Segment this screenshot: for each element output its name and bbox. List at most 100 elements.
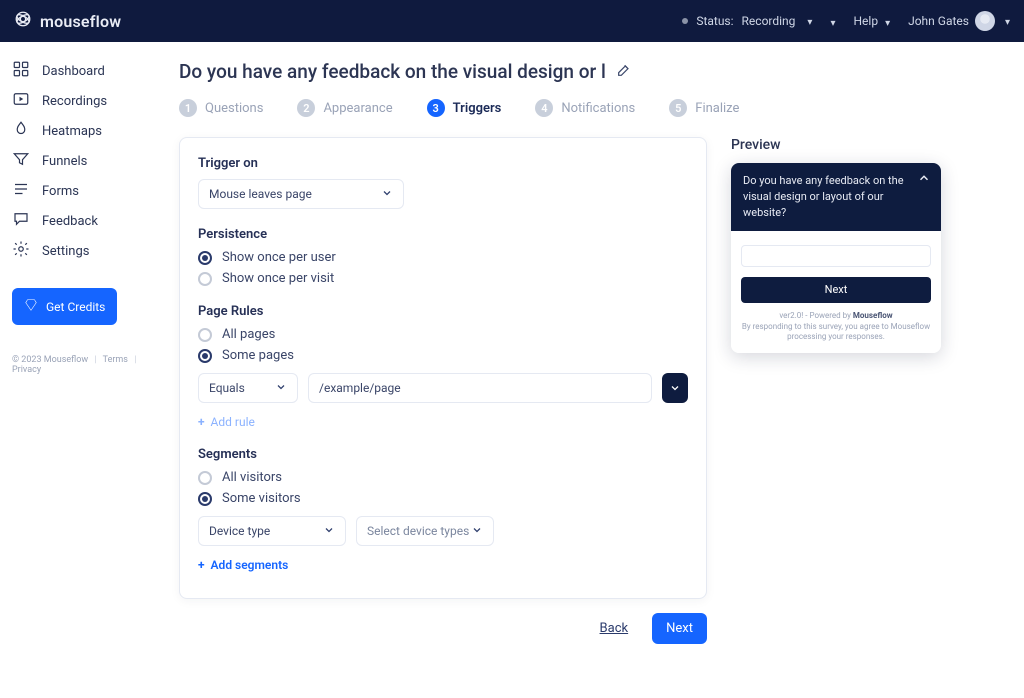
segment-row: Device type Select device types [198,516,688,546]
section-segments: Segments All visitors Some visitors Devi… [198,447,688,572]
section-label: Segments [198,447,688,462]
sidebar-item-forms[interactable]: Forms [12,176,153,206]
preview-panel: Preview Do you have any feedback on the … [731,137,941,644]
step-notifications[interactable]: 4Notifications [535,99,635,117]
radio-all-pages[interactable]: All pages [198,327,688,342]
config-card: Trigger on Mouse leaves page Persistence… [179,137,707,599]
preview-card: Do you have any feedback on the visual d… [731,163,941,353]
back-button[interactable]: Back [594,620,635,637]
radio-show-once-per-user[interactable]: Show once per user [198,250,688,265]
radio-label: Some visitors [222,491,301,506]
sidebar-item-settings[interactable]: Settings [12,236,153,266]
preview-title: Preview [731,137,941,153]
chevron-down-icon: ▾ [807,17,812,28]
topbar-right: Status: Recording ▾ ▾ Help ▾ John Gates … [682,11,1010,31]
select-value: Equals [209,381,245,395]
diamond-icon [24,298,38,315]
forms-icon [12,180,30,202]
radio-icon [198,492,212,506]
preview-foot-brand: Mouseflow [853,311,893,320]
brand-name: mouseflow [40,12,121,31]
step-num: 4 [535,99,553,117]
brand[interactable]: mouseflow [14,10,121,32]
chevron-down-icon: ▾ [885,18,890,29]
select-value: Mouse leaves page [209,187,312,201]
sidebar-item-feedback[interactable]: Feedback [12,206,153,236]
privacy-link[interactable]: Privacy [12,365,41,375]
preview-text-input[interactable] [741,245,931,267]
radio-show-once-per-visit[interactable]: Show once per visit [198,271,688,286]
preview-next-button[interactable]: Next [741,277,931,303]
status-dot-icon [682,18,688,24]
step-num: 1 [179,99,197,117]
radio-label: All visitors [222,470,282,485]
input-value: /example/page [319,381,401,395]
main: Do you have any feedback on the visual d… [165,42,1024,698]
steps: 1Questions 2Appearance 3Triggers 4Notifi… [179,99,996,117]
edit-icon[interactable] [616,62,632,82]
chevron-down-icon [471,524,483,539]
sidebar-item-label: Heatmaps [42,124,102,139]
link-label: Add segments [211,558,289,572]
chevron-up-icon[interactable] [917,171,931,190]
section-label: Page Rules [198,304,688,319]
add-rule-link[interactable]: + Add rule [198,415,688,429]
sidebar-item-heatmaps[interactable]: Heatmaps [12,116,153,146]
operator-select[interactable]: Equals [198,373,298,403]
sidebar-item-label: Funnels [42,154,87,169]
chevron-down-icon: ▾ [830,18,835,29]
expand-rule-button[interactable] [662,373,688,403]
radio-all-visitors[interactable]: All visitors [198,470,688,485]
status-value: Recording [742,14,796,28]
avatar [975,11,995,31]
dashboard-icon [12,60,30,82]
sidebar-item-funnels[interactable]: Funnels [12,146,153,176]
get-credits-button[interactable]: Get Credits [12,288,117,325]
content-row: Trigger on Mouse leaves page Persistence… [179,137,996,644]
segment-type-select[interactable]: Device type [198,516,346,546]
step-num: 5 [669,99,687,117]
plus-icon: + [198,558,205,572]
website-menu[interactable]: ▾ [830,14,835,28]
radio-label: Show once per visit [222,271,334,286]
radio-icon [198,272,212,286]
sidebar-item-label: Recordings [42,94,107,109]
sidebar-item-label: Feedback [42,214,98,229]
funnels-icon [12,150,30,172]
trigger-on-select[interactable]: Mouse leaves page [198,179,404,209]
section-page-rules: Page Rules All pages Some pages Equals [198,304,688,429]
step-num: 2 [297,99,315,117]
step-appearance[interactable]: 2Appearance [297,99,392,117]
settings-icon [12,240,30,262]
segment-value-select[interactable]: Select device types [356,516,494,546]
page-url-input[interactable]: /example/page [308,373,652,403]
radio-icon [198,349,212,363]
radio-label: All pages [222,327,275,342]
step-label: Triggers [453,101,502,116]
next-button[interactable]: Next [652,613,707,644]
help-menu[interactable]: Help ▾ [853,14,890,28]
radio-some-visitors[interactable]: Some visitors [198,491,688,506]
add-segments-link[interactable]: + Add segments [198,558,688,572]
status-menu[interactable]: Status: Recording ▾ [682,14,812,28]
step-triggers[interactable]: 3Triggers [427,99,502,117]
preview-foot-line2: By responding to this survey, you agree … [742,322,930,342]
sidebar-item-dashboard[interactable]: Dashboard [12,56,153,86]
sidebar-item-recordings[interactable]: Recordings [12,86,153,116]
preview-header: Do you have any feedback on the visual d… [731,163,941,231]
preview-body: Next ver2.0! - Powered by Mouseflow By r… [731,231,941,353]
radio-icon [198,328,212,342]
user-menu[interactable]: John Gates ▾ [908,11,1010,31]
terms-link[interactable]: Terms [103,355,128,365]
button-label: Get Credits [46,300,105,314]
page-title: Do you have any feedback on the visual d… [179,60,606,83]
radio-some-pages[interactable]: Some pages [198,348,688,363]
step-questions[interactable]: 1Questions [179,99,263,117]
section-trigger-on: Trigger on Mouse leaves page [198,156,688,209]
topbar: mouseflow Status: Recording ▾ ▾ Help ▾ J… [0,0,1024,42]
app-root: mouseflow Status: Recording ▾ ▾ Help ▾ J… [0,0,1024,698]
status-label: Status: [696,14,733,28]
sidebar-item-label: Forms [42,184,79,199]
chevron-down-icon [323,524,335,539]
step-finalize[interactable]: 5Finalize [669,99,739,117]
